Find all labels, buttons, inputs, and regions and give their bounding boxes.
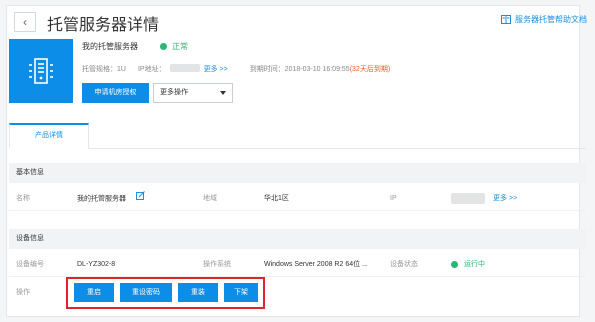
device-id-label: 设备编号: [16, 261, 44, 268]
ip-field-value: [451, 186, 485, 211]
device-info-row: 设备编号 DL-YZ302-8 操作系统 Windows Server 2008…: [9, 252, 586, 277]
masked-ip: [169, 64, 200, 72]
expire-text: 到期时间：2018-03-10 16:09:55: [249, 66, 350, 73]
region-label: 地域: [203, 195, 217, 202]
running-dot-icon: [451, 261, 458, 268]
basic-more-link[interactable]: 更多 >>: [493, 186, 517, 211]
restart-button[interactable]: 重启: [74, 283, 114, 302]
spec-text: 托管规格：1U: [82, 66, 126, 73]
edit-icon[interactable]: [135, 186, 145, 211]
more-ops-select[interactable]: 更多操作: [153, 83, 233, 103]
chevron-left-icon: ‹: [23, 15, 27, 29]
device-status-value: 运行中: [464, 261, 485, 268]
name-value: 我的托管服务器: [77, 195, 126, 203]
device-status: 运行中: [451, 252, 485, 279]
device-id-value: DL-YZ302-8: [77, 261, 116, 268]
name-label: 名称: [16, 195, 30, 202]
basic-info-header: 基本信息: [9, 163, 586, 183]
book-icon: [501, 15, 511, 24]
ops-label: 操作: [16, 289, 30, 296]
region-value: 华北1区: [264, 195, 289, 202]
help-doc-link[interactable]: 服务器托管帮助文档: [501, 14, 587, 25]
server-status: 正常: [160, 41, 188, 52]
server-meta: 托管规格：1U IP地址： 更多 >> 到期时间：2018-03-10 16:0…: [82, 64, 390, 74]
more-ip-link[interactable]: 更多 >>: [204, 64, 228, 74]
ip-label: IP地址：: [137, 66, 166, 73]
masked-ip-field: [451, 192, 485, 204]
reinstall-button[interactable]: 重装: [178, 283, 218, 302]
decommission-button[interactable]: 下架: [224, 283, 258, 302]
status-dot-icon: [160, 43, 167, 50]
device-status-label: 设备状态: [390, 261, 418, 268]
page-title: 托管服务器详情: [47, 15, 160, 34]
caret-down-icon: [220, 91, 226, 95]
apply-room-auth-button[interactable]: 申请机房授权: [82, 83, 149, 103]
os-value: Windows Server 2008 R2 64位 ...: [264, 261, 368, 268]
tab-product-details[interactable]: 产品详情: [9, 123, 89, 149]
more-ops-label: 更多操作: [160, 89, 188, 96]
server-name: 我的托管服务器: [82, 42, 138, 51]
back-button[interactable]: ‹: [14, 12, 36, 32]
ip-field-label: IP: [390, 195, 397, 202]
reset-password-button[interactable]: 重设密码: [120, 283, 172, 302]
os-label: 操作系统: [203, 261, 231, 268]
server-status-text: 正常: [172, 42, 188, 51]
name-value-wrap: 我的托管服务器: [77, 186, 145, 211]
tabs-divider: [9, 148, 586, 149]
device-info-header: 设备信息: [9, 229, 586, 249]
basic-info-row: 名称 我的托管服务器 地域 华北1区 IP 更多 >>: [9, 186, 586, 211]
expire-warning: (32天后到期): [349, 66, 391, 73]
help-doc-label: 服务器托管帮助文档: [515, 15, 587, 24]
server-icon: [9, 39, 73, 103]
